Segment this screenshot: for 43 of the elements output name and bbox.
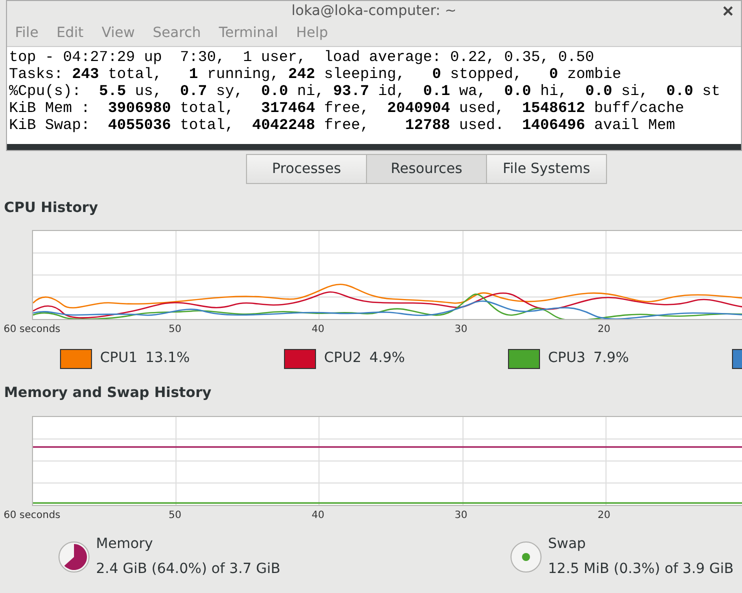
- axis-label: 30: [454, 323, 468, 337]
- menu-item[interactable]: View: [102, 23, 135, 44]
- section-title: Memory and Swap History: [4, 384, 212, 403]
- menu-item[interactable]: File: [15, 23, 38, 44]
- menu-item[interactable]: Edit: [56, 23, 84, 44]
- window-title: loka@loka-computer: ~: [291, 2, 456, 20]
- pie-chart-icon: [58, 541, 90, 573]
- axis-label: 60 seconds: [4, 509, 60, 523]
- terminal-line: %Cpu(s): 5.5 us, 0.7 sy, 0.0 ni, 93.7 id, 0.1 wa, 0.0 hi, 0.0 si, 0.0 st: [9, 83, 722, 100]
- axis-label: 30: [454, 509, 468, 523]
- usage-value: 12.5 MiB (0.3%) of 3.9 GiB: [548, 560, 734, 579]
- legend-label: CPU2: [324, 349, 362, 368]
- axis-label: 20: [598, 323, 610, 337]
- legend-value: 7.9%: [593, 349, 629, 368]
- axis-label: 20: [598, 509, 610, 523]
- legend-swatch[interactable]: [284, 348, 316, 368]
- usage-label: Memory: [96, 535, 154, 554]
- terminal-line: top - 04:27:29 up 7:30, 1 user, load average: 0.22, 0.35, 0.50: [9, 49, 596, 66]
- terminal-line: Tasks: 243 total, 1 running, 242 sleeping, 0 stopped, 0 zombie: [9, 66, 622, 83]
- tab[interactable]: Processes: [246, 154, 367, 184]
- axis-label: 40: [312, 509, 324, 523]
- terminal-line: KiB Mem : 3906980 total, 317464 free, 2040904 used, 1548612 buff/cache: [9, 100, 686, 117]
- menu-item[interactable]: Search: [152, 23, 201, 44]
- legend-swatch[interactable]: [508, 348, 540, 368]
- close-icon[interactable]: [723, 6, 733, 16]
- menu-item[interactable]: Help: [296, 23, 328, 44]
- legend-swatch[interactable]: [60, 348, 92, 368]
- usage-label: Swap: [548, 535, 587, 554]
- legend-label: CPU3: [548, 349, 586, 368]
- terminal-line: KiB Swap: 4055036 total, 4042248 free, 12788 used. 1406496 avail Mem: [9, 117, 676, 134]
- tab[interactable]: Resources: [366, 154, 487, 184]
- menu-item[interactable]: Terminal: [218, 23, 278, 44]
- section-title: CPU History: [4, 199, 99, 218]
- axis-label: 40: [312, 323, 324, 337]
- dot-icon: [510, 541, 542, 573]
- axis-label: 50: [168, 323, 182, 337]
- legend-value: 4.9%: [369, 349, 405, 368]
- tab[interactable]: File Systems: [486, 154, 607, 184]
- usage-value: 2.4 GiB (64.0%) of 3.7 GiB: [96, 560, 280, 579]
- legend-label: CPU1: [100, 349, 138, 368]
- legend-value: 13.1%: [145, 349, 190, 368]
- axis-label: 60 seconds: [4, 323, 60, 337]
- axis-label: 50: [168, 509, 182, 523]
